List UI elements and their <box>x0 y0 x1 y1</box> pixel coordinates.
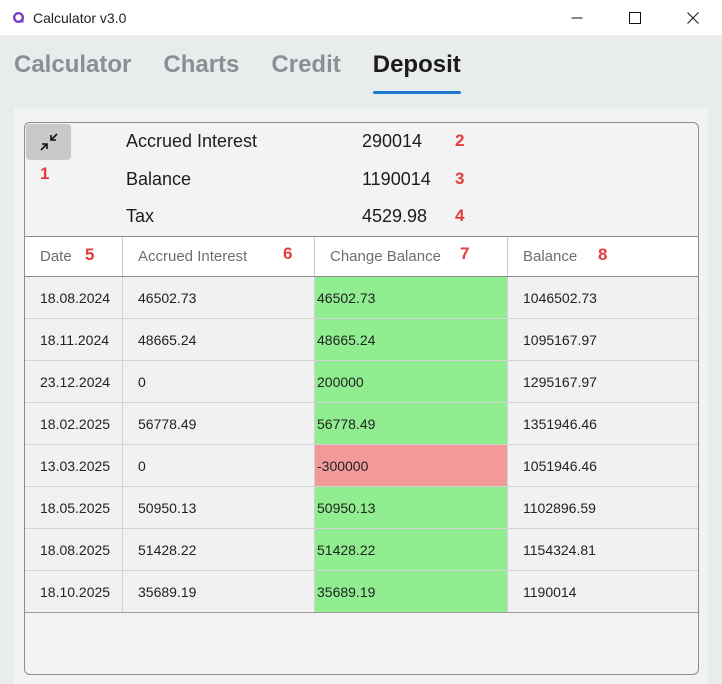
cell-balance: 1046502.73 <box>507 277 698 318</box>
table-row[interactable]: 18.08.2024 46502.73 46502.73 1046502.73 <box>25 277 698 319</box>
cell-accrued-interest: 0 <box>122 445 314 486</box>
tab-deposit[interactable]: Deposit <box>372 48 461 94</box>
summary-label: Tax <box>126 206 155 226</box>
cell-change-balance: 56778.49 <box>314 403 507 444</box>
column-header-accrued-interest[interactable]: Accrued Interest 6 <box>122 237 314 276</box>
cell-change-balance: 51428.22 <box>314 529 507 570</box>
column-header-balance[interactable]: Balance 8 <box>507 237 698 276</box>
cell-date: 18.05.2025 <box>40 499 111 516</box>
cell-balance: 1295167.97 <box>507 361 698 402</box>
summary-label: Balance <box>126 169 192 189</box>
marker-5: 5 <box>85 245 95 264</box>
marker-3: 3 <box>455 169 465 188</box>
results-card: 1 Accrued Interest 290014 2 Balance 1190… <box>24 122 699 675</box>
table-row[interactable]: 18.02.2025 56778.49 56778.49 1351946.46 <box>25 403 698 445</box>
maximize-button[interactable] <box>606 0 664 35</box>
summary-value: 290014 <box>362 131 423 151</box>
deposit-table: Date 5 Accrued Interest 6 Change Balance… <box>25 236 698 613</box>
header-label: Date <box>40 248 72 265</box>
cell-accrued-interest: 0 <box>122 361 314 402</box>
minimize-button[interactable] <box>548 0 606 35</box>
cell-balance: 1190014 <box>507 571 698 612</box>
summary-row-tax: Tax 4529.98 4 <box>25 206 698 236</box>
cell-change-balance: 200000 <box>314 361 507 402</box>
cell-balance: 1102896.59 <box>507 487 698 528</box>
cell-accrued-interest: 50950.13 <box>122 487 314 528</box>
header-label: Accrued Interest <box>138 248 248 265</box>
cell-balance: 1154324.81 <box>507 529 698 570</box>
table-row[interactable]: 23.12.2024 0 200000 1295167.97 <box>25 361 698 403</box>
marker-7: 7 <box>460 244 470 263</box>
tab-calculator[interactable]: Calculator <box>14 48 131 94</box>
minimize-icon <box>571 17 583 18</box>
cell-balance: 1095167.97 <box>507 319 698 360</box>
window-title: Calculator v3.0 <box>33 9 127 26</box>
table-row[interactable]: 18.10.2025 35689.19 35689.19 1190014 <box>25 571 698 613</box>
cell-accrued-interest: 51428.22 <box>122 529 314 570</box>
table-row[interactable]: 18.05.2025 50950.13 50950.13 1102896.59 <box>25 487 698 529</box>
cell-date: 18.11.2024 <box>40 331 110 348</box>
cell-change-balance: -300000 <box>314 445 507 486</box>
cell-change-balance: 48665.24 <box>314 319 507 360</box>
cell-change-balance: 50950.13 <box>314 487 507 528</box>
summary-row-accrued-interest: Accrued Interest 290014 2 <box>25 131 698 161</box>
cell-date: 18.10.2025 <box>40 583 111 600</box>
cell-date: 23.12.2024 <box>40 373 111 390</box>
summary-row-balance: Balance 1190014 3 <box>25 169 698 199</box>
cell-date: 18.02.2025 <box>40 415 111 432</box>
cell-change-balance: 35689.19 <box>314 571 507 612</box>
summary-section: 1 Accrued Interest 290014 2 Balance 1190… <box>25 123 698 235</box>
close-button[interactable] <box>664 0 722 35</box>
tab-bar: Calculator Charts Credit Deposit <box>14 48 493 94</box>
cell-accrued-interest: 35689.19 <box>122 571 314 612</box>
column-header-change-balance[interactable]: Change Balance 7 <box>314 237 507 276</box>
cell-balance: 1351946.46 <box>507 403 698 444</box>
column-header-date[interactable]: Date 5 <box>25 237 122 276</box>
close-icon <box>687 11 699 24</box>
marker-4: 4 <box>455 206 465 225</box>
cell-date: 18.08.2025 <box>40 541 111 558</box>
marker-6: 6 <box>283 244 293 263</box>
cell-accrued-interest: 56778.49 <box>122 403 314 444</box>
table-row[interactable]: 18.08.2025 51428.22 51428.22 1154324.81 <box>25 529 698 571</box>
maximize-icon <box>629 11 641 24</box>
summary-label: Accrued Interest <box>126 131 258 151</box>
deposit-panel: 1 Accrued Interest 290014 2 Balance 1190… <box>14 108 708 684</box>
app-logo-icon <box>11 11 25 25</box>
table-body: 18.08.2024 46502.73 46502.73 1046502.73 … <box>25 277 698 613</box>
cell-change-balance: 46502.73 <box>314 277 507 318</box>
table-row[interactable]: 18.11.2024 48665.24 48665.24 1095167.97 <box>25 319 698 361</box>
cell-date: 18.08.2024 <box>40 289 111 306</box>
header-label: Balance <box>523 248 578 265</box>
tab-charts[interactable]: Charts <box>163 48 239 94</box>
title-bar: Calculator v3.0 <box>0 0 722 35</box>
cell-balance: 1051946.46 <box>507 445 698 486</box>
summary-value: 1190014 <box>362 169 431 189</box>
marker-2: 2 <box>455 131 465 150</box>
cell-date: 13.03.2025 <box>40 457 111 474</box>
table-row[interactable]: 13.03.2025 0 -300000 1051946.46 <box>25 445 698 487</box>
marker-8: 8 <box>598 245 608 264</box>
summary-value: 4529.98 <box>362 206 428 226</box>
cell-accrued-interest: 46502.73 <box>122 277 314 318</box>
header-label: Change Balance <box>330 248 441 265</box>
tab-credit[interactable]: Credit <box>271 48 340 94</box>
table-header: Date 5 Accrued Interest 6 Change Balance… <box>25 236 698 277</box>
cell-accrued-interest: 48665.24 <box>122 319 314 360</box>
